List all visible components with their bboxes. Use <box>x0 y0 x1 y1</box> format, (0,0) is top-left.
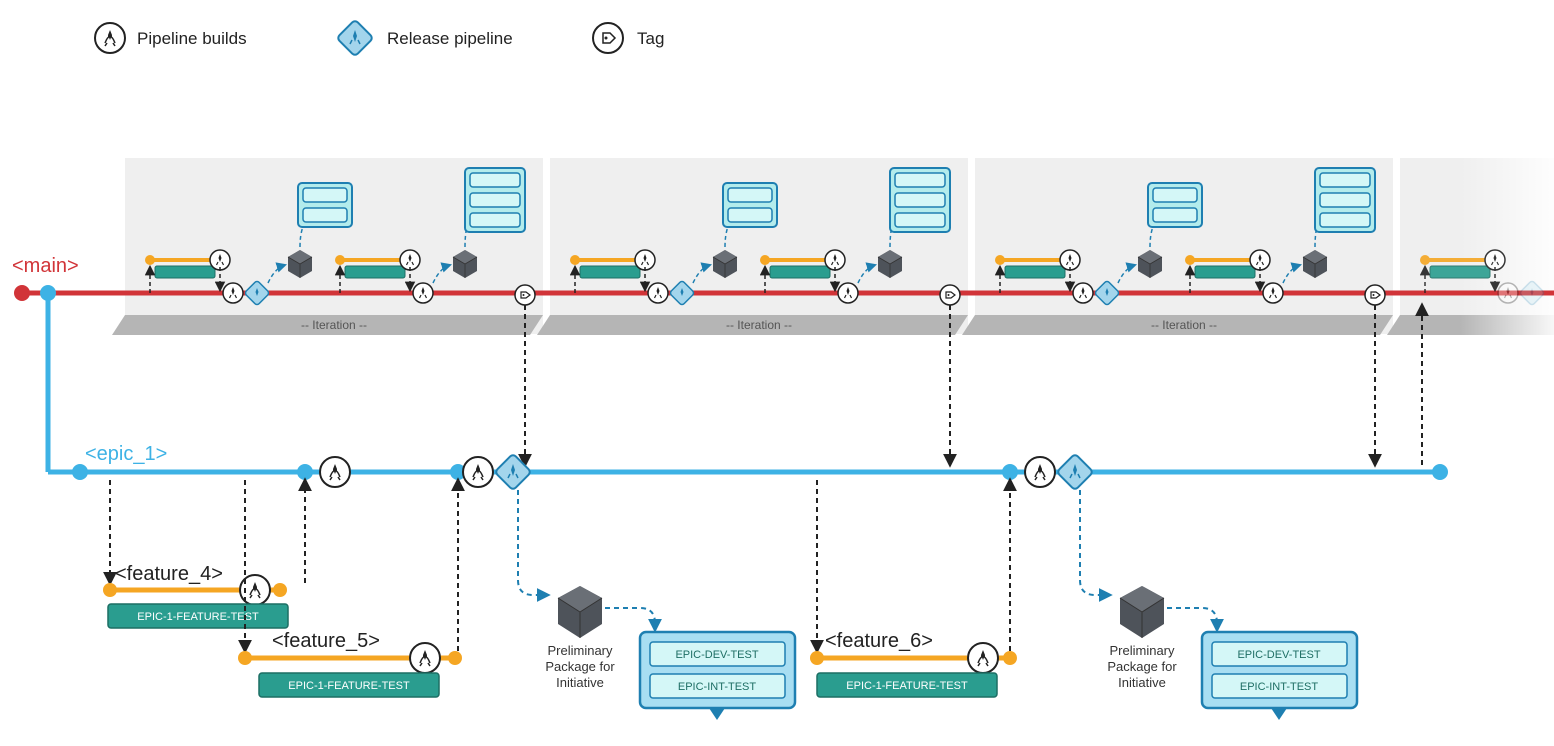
legend-tag: Tag <box>637 29 664 48</box>
legend-release-pipeline: Release pipeline <box>387 29 513 48</box>
fade-overlay <box>1460 150 1554 350</box>
iteration-label: -- Iteration -- <box>1151 318 1217 332</box>
epic-int-test-2: EPIC-INT-TEST <box>1240 681 1319 693</box>
main-branch-label: <main> <box>12 255 79 277</box>
epic-dev-test-1: EPIC-DEV-TEST <box>675 649 758 661</box>
feature-6-badge: EPIC-1-FEATURE-TEST <box>846 680 968 692</box>
epic-int-test-1: EPIC-INT-TEST <box>678 681 757 693</box>
iteration-label: -- Iteration -- <box>726 318 792 332</box>
package-icon <box>558 586 602 638</box>
epic-package-1: Preliminary Package for Initiative EPIC-… <box>518 490 795 720</box>
epic-branch-label: <epic_1> <box>85 443 167 465</box>
release-pipeline-icon <box>337 20 374 57</box>
pipeline-diagram: Pipeline builds Release pipeline Tag -- … <box>0 0 1554 746</box>
package-icon <box>1120 586 1164 638</box>
iteration-label: -- Iteration -- <box>301 318 367 332</box>
package-text-3: Initiative <box>1118 675 1166 690</box>
package-text-2: Package for <box>1107 659 1177 674</box>
legend-pipeline-builds: Pipeline builds <box>137 29 247 48</box>
package-text-3: Initiative <box>556 675 604 690</box>
feature-4: <feature_4> EPIC-1-FEATURE-TEST <box>103 480 305 628</box>
feature-5-badge: EPIC-1-FEATURE-TEST <box>288 680 410 692</box>
epic-package-2: Preliminary Package for Initiative EPIC-… <box>1080 490 1357 720</box>
feature-4-label: <feature_4> <box>115 563 223 585</box>
epic-release-icon-2 <box>1057 454 1094 491</box>
feature-6-label: <feature_6> <box>825 630 933 652</box>
epic-build-icon-1 <box>320 457 350 487</box>
package-text-2: Package for <box>545 659 615 674</box>
feature-5-label: <feature_5> <box>272 630 380 652</box>
legend: Pipeline builds Release pipeline Tag <box>95 20 664 57</box>
epic-dev-test-2: EPIC-DEV-TEST <box>1237 649 1320 661</box>
feature-6: <feature_6> EPIC-1-FEATURE-TEST <box>810 480 1017 697</box>
tag-icon <box>593 23 623 53</box>
package-text-1: Preliminary <box>1109 643 1175 658</box>
feature-4-badge: EPIC-1-FEATURE-TEST <box>137 611 259 623</box>
feature-5-build-icon <box>410 643 440 673</box>
pipeline-builds-icon <box>95 23 125 53</box>
epic-build-icon-2 <box>463 457 493 487</box>
package-text-1: Preliminary <box>547 643 613 658</box>
feature-6-build-icon <box>968 643 998 673</box>
epic-build-icon-3 <box>1025 457 1055 487</box>
